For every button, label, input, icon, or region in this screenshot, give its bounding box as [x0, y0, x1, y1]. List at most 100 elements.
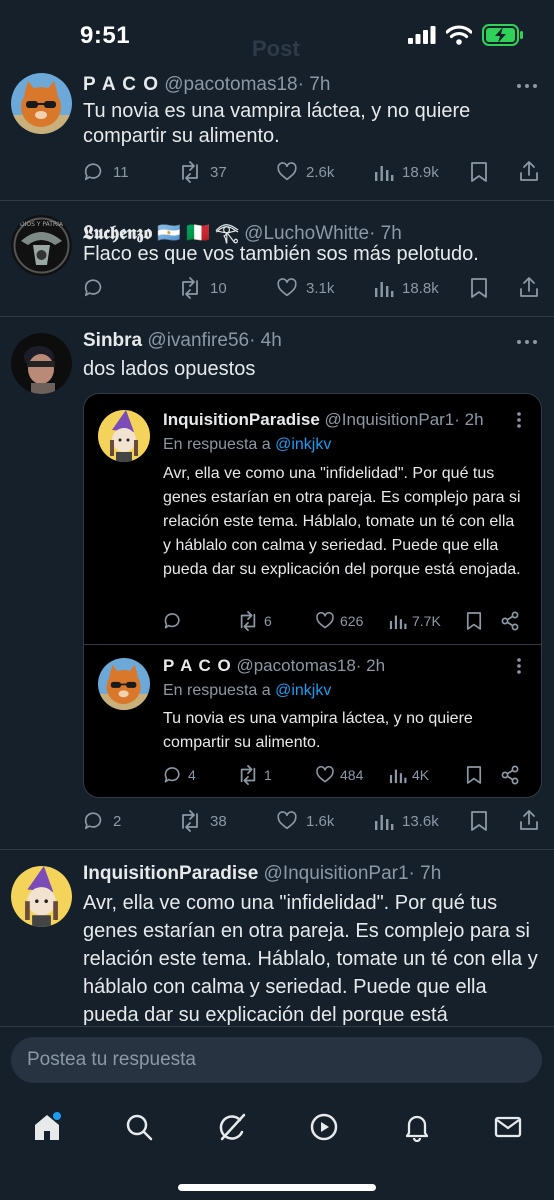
- avatar[interactable]: [11, 866, 72, 927]
- like-count: 2.6k: [306, 163, 335, 181]
- repost-count: 6: [264, 613, 272, 629]
- tweet[interactable]: InquisitionParadise @InquisitionPar1· 7h…: [0, 850, 554, 1026]
- avatar-person-photo-image: [11, 333, 72, 394]
- share-icon[interactable]: [500, 765, 520, 785]
- username[interactable]: @InquisitionPar1: [325, 410, 455, 429]
- repost-button[interactable]: 10: [178, 273, 227, 303]
- username[interactable]: @pacotomas18: [164, 74, 297, 95]
- quote-text: Tu novia es una vampira láctea, y no qui…: [163, 710, 473, 751]
- display-name[interactable]: 𝕷𝖚𝖈𝖍𝖊𝖓𝖟𝖔 🇦🇷 🇮🇹 𓂀: [83, 223, 239, 244]
- views-count: 13.6k: [402, 812, 439, 830]
- reply-button[interactable]: 4: [163, 762, 196, 788]
- share-icon[interactable]: [519, 160, 539, 182]
- views-button[interactable]: 18.8k: [374, 273, 439, 303]
- nav-search[interactable]: [113, 1101, 165, 1153]
- display-name[interactable]: P A C O: [83, 74, 159, 95]
- home-indicator[interactable]: [178, 1184, 376, 1191]
- reply-icon: [84, 812, 102, 830]
- reply-button[interactable]: 11: [83, 157, 129, 187]
- reply-input[interactable]: [11, 1037, 542, 1083]
- timestamp: · 7h: [408, 863, 442, 884]
- nav-video[interactable]: [298, 1101, 350, 1153]
- display-name[interactable]: P A C O: [163, 656, 232, 675]
- status-icons: [408, 24, 524, 46]
- avatar-emblem-image: DIOS Y PATRIA: [11, 215, 72, 276]
- repost-button[interactable]: 37: [178, 157, 227, 187]
- quote-header: P A C O @pacotomas18· 2h: [163, 656, 507, 676]
- avatar[interactable]: DIOS Y PATRIA: [11, 215, 72, 276]
- avatar[interactable]: [11, 73, 72, 134]
- reply-icon: [164, 613, 180, 629]
- views-button[interactable]: 7.7K: [389, 608, 441, 634]
- mention-link[interactable]: @inkjkv: [275, 682, 331, 699]
- more-options-icon[interactable]: [514, 76, 540, 96]
- like-button[interactable]: 626: [315, 608, 363, 634]
- repost-button[interactable]: 38: [178, 806, 227, 836]
- tweet-header: InquisitionParadise @InquisitionPar1· 7h: [83, 863, 540, 885]
- like-button[interactable]: 1.6k: [276, 806, 334, 836]
- heart-icon: [277, 278, 297, 297]
- mention-link[interactable]: @inkjkv: [275, 436, 331, 453]
- tweet-text: Avr, ella ve como una "infidelidad". Por…: [83, 892, 538, 1026]
- heart-icon: [316, 612, 334, 629]
- status-bar: Post 9:51: [0, 0, 554, 70]
- nav-home[interactable]: [21, 1101, 73, 1153]
- display-name[interactable]: Sinbra: [83, 330, 142, 351]
- tweet[interactable]: Sinbra @ivanfire56· 4h dos lados opuesto…: [0, 317, 554, 850]
- repost-button[interactable]: 6: [237, 608, 272, 634]
- username[interactable]: @ivanfire56: [147, 330, 249, 351]
- svg-text:DIOS Y PATRIA: DIOS Y PATRIA: [20, 221, 64, 228]
- more-options-icon[interactable]: [514, 332, 540, 352]
- display-name[interactable]: InquisitionParadise: [163, 410, 320, 429]
- reply-button[interactable]: 2: [83, 806, 121, 836]
- tweet-header: Sinbra @ivanfire56· 4h: [83, 330, 514, 352]
- repost-button[interactable]: 1: [237, 762, 272, 788]
- avatar-orange-cat-sunglasses-image: [11, 73, 72, 134]
- bookmark-icon[interactable]: [470, 161, 488, 183]
- views-count: 4K: [412, 767, 430, 783]
- repost-icon: [240, 611, 256, 631]
- like-button[interactable]: 2.6k: [276, 157, 334, 187]
- views-button[interactable]: 18.9k: [374, 157, 439, 187]
- bookmark-icon[interactable]: [470, 277, 488, 299]
- views-count: 18.9k: [402, 163, 439, 181]
- username[interactable]: @LuchoWhitte: [244, 223, 369, 244]
- nav-messages[interactable]: [482, 1101, 534, 1153]
- tweet-actions: 10 3.1k 18.8k: [83, 273, 542, 303]
- like-count: 626: [340, 613, 364, 629]
- views-button[interactable]: 4K: [389, 762, 429, 788]
- avatar[interactable]: [98, 658, 150, 710]
- bookmark-icon[interactable]: [466, 611, 482, 631]
- share-icon[interactable]: [500, 611, 520, 631]
- views-button[interactable]: 13.6k: [374, 806, 439, 836]
- quoted-thread-card[interactable]: InquisitionParadise @InquisitionPar1· 2h…: [83, 393, 542, 798]
- avatar[interactable]: [98, 410, 150, 462]
- tweet[interactable]: P A C O @pacotomas18· 7h Tu novia es una…: [0, 70, 554, 201]
- timestamp: · 4h: [249, 330, 282, 351]
- repost-count: 38: [210, 812, 227, 830]
- reply-button[interactable]: [83, 273, 113, 303]
- more-options-icon[interactable]: [515, 656, 523, 676]
- like-count: 484: [340, 767, 364, 783]
- bookmark-icon[interactable]: [466, 765, 482, 785]
- tweet-text: Tu novia es una vampira láctea, y no qui…: [83, 100, 471, 147]
- share-icon[interactable]: [519, 809, 539, 831]
- tweet[interactable]: DIOS Y PATRIA 𝕷𝖚𝖈𝖍𝖊𝖓𝖟𝖔 🇦🇷 🇮🇹 𓂀 @LuchoWhi…: [0, 201, 554, 317]
- nav-grok[interactable]: [206, 1101, 258, 1153]
- like-count: 3.1k: [306, 279, 335, 297]
- share-icon[interactable]: [519, 276, 539, 298]
- timestamp: · 7h: [297, 74, 331, 95]
- reply-prefix: En respuesta a: [163, 436, 271, 453]
- username[interactable]: @InquisitionPar1: [264, 863, 409, 884]
- username[interactable]: @pacotomas18: [236, 656, 355, 675]
- like-button[interactable]: 3.1k: [276, 273, 334, 303]
- nav-notifications[interactable]: [391, 1101, 443, 1153]
- avatar-wizard-character-image: [11, 866, 72, 927]
- display-name[interactable]: InquisitionParadise: [83, 863, 258, 884]
- bookmark-icon[interactable]: [470, 810, 488, 832]
- repost-icon: [240, 765, 256, 785]
- more-options-icon[interactable]: [515, 410, 523, 430]
- avatar[interactable]: [11, 333, 72, 394]
- reply-button[interactable]: [163, 608, 188, 634]
- like-button[interactable]: 484: [315, 762, 363, 788]
